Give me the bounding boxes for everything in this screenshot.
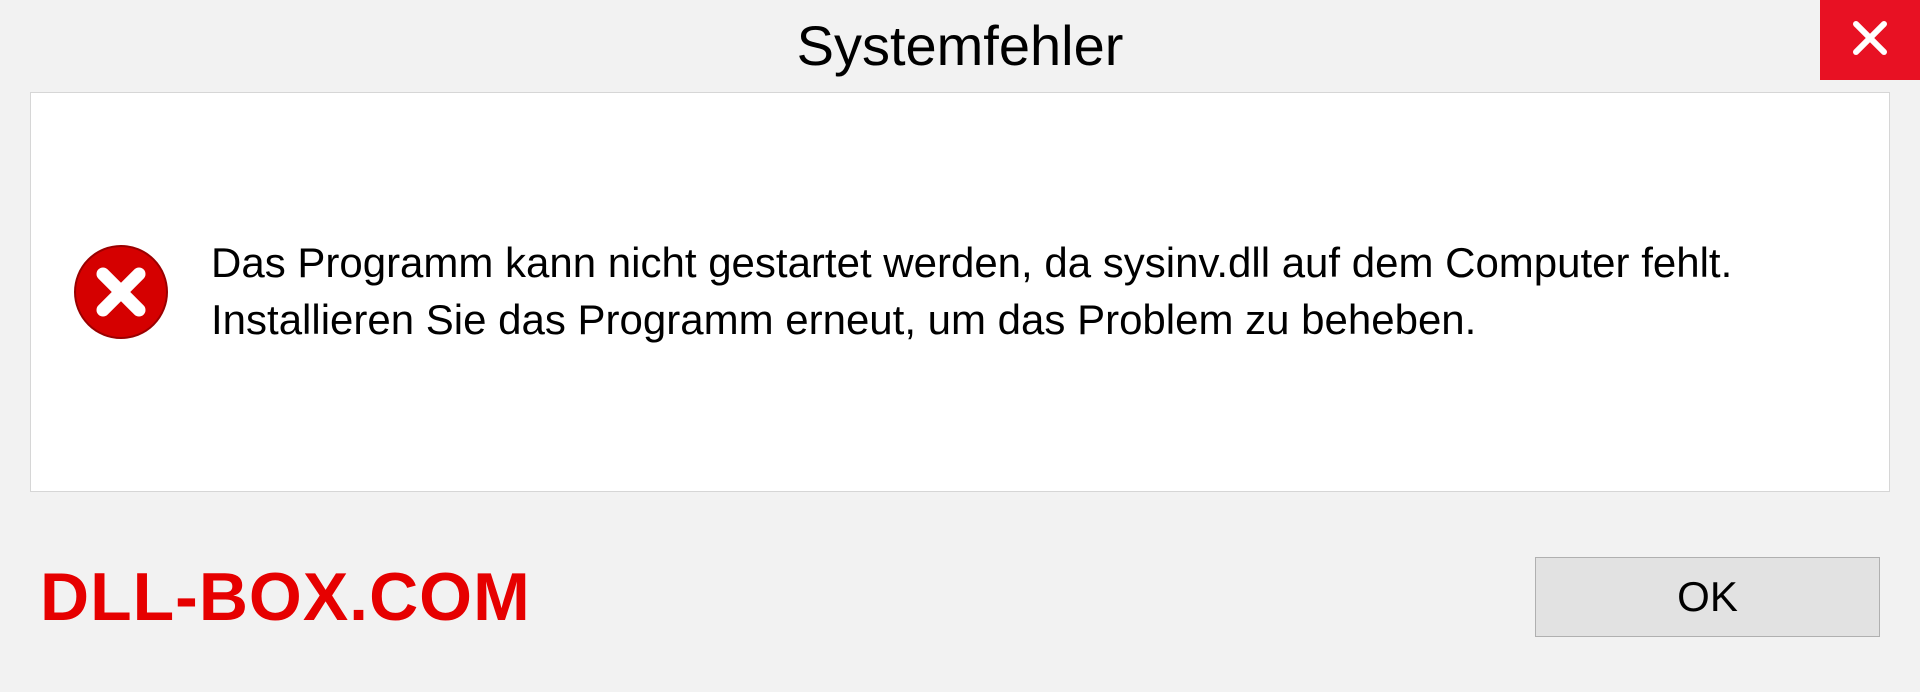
watermark-text: DLL-BOX.COM — [40, 558, 531, 636]
close-icon — [1850, 18, 1890, 63]
error-icon — [71, 242, 171, 342]
dialog-titlebar: Systemfehler — [0, 0, 1920, 90]
ok-button-label: OK — [1677, 573, 1738, 621]
error-message: Das Programm kann nicht gestartet werden… — [211, 235, 1761, 348]
dialog-footer: DLL-BOX.COM OK — [0, 522, 1920, 692]
ok-button[interactable]: OK — [1535, 557, 1880, 637]
dialog-title: Systemfehler — [797, 13, 1124, 78]
close-button[interactable] — [1820, 0, 1920, 80]
dialog-content: Das Programm kann nicht gestartet werden… — [30, 92, 1890, 492]
